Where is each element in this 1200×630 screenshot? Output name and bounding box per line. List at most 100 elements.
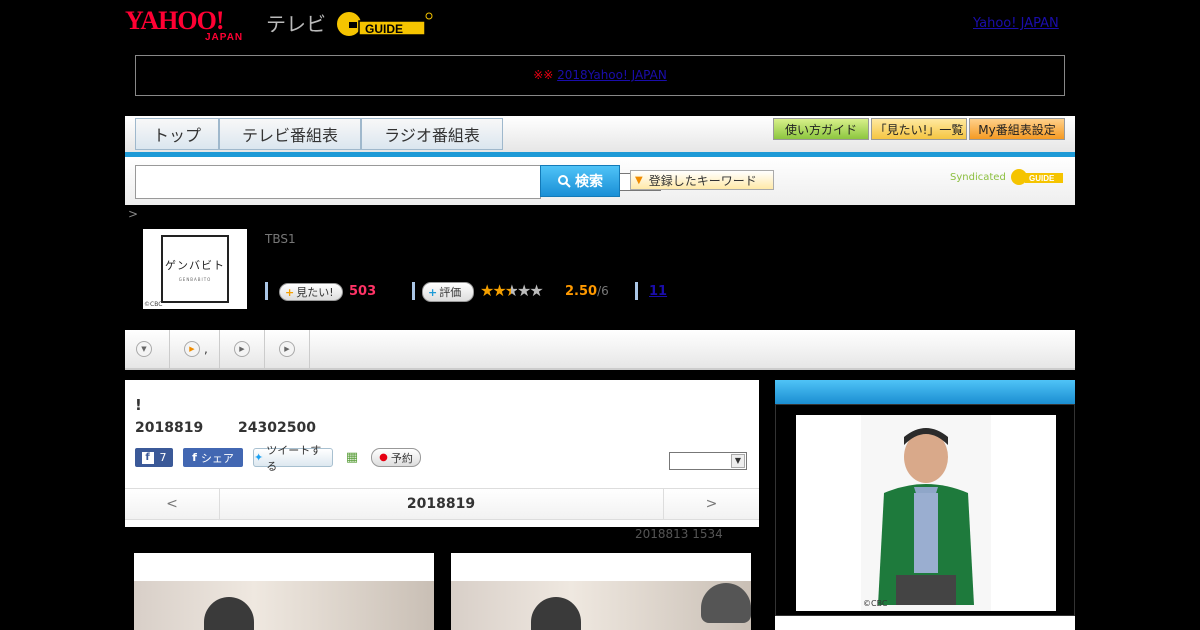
last-updated: 2018813 1534 (635, 527, 723, 541)
rate-button-label: 評価 (439, 286, 462, 299)
svg-text:GUIDE: GUIDE (1029, 174, 1055, 183)
star-empty-icon: ★★ (517, 281, 544, 300)
reserve-label: 予約 (390, 451, 413, 465)
want-button[interactable]: + 見たい! (279, 283, 343, 301)
program-title: ! (135, 396, 142, 414)
plus-icon: + (285, 285, 295, 299)
review-count-link[interactable]: 11 (649, 284, 667, 299)
gguide-logo[interactable]: GUIDE (335, 8, 435, 40)
notice-link[interactable]: 2018Yahoo! JAPAN (557, 68, 667, 82)
star-half-icon: ★ (504, 281, 519, 300)
stat-divider (412, 282, 415, 300)
stat-divider (265, 282, 268, 300)
facebook-like-count: 7 (159, 451, 167, 464)
thumbnail-title: ゲンバビト (165, 258, 225, 272)
search-button-label: 検索 (575, 174, 603, 190)
registered-keyword-button[interactable]: ▼ 登録したキーワード (630, 170, 774, 190)
tab-tv-guide[interactable]: テレビ番組表 (219, 118, 361, 150)
twitter-bird-icon: ✦ (254, 451, 264, 464)
play-icon: ▶ (234, 341, 250, 357)
thumbnail-copyright: ©CBC (144, 301, 163, 308)
program-photo-1[interactable] (134, 553, 434, 630)
thumbnail-frame: ゲンバビト GENBABITO (161, 235, 229, 303)
channel-name: TBS1 (265, 232, 296, 246)
my-guide-settings-button[interactable]: My番組表設定 (969, 118, 1065, 140)
search-bar: ▼ 検索 ▼ 登録したキーワード Syndicated GUIDE (125, 157, 1075, 205)
rate-button[interactable]: + 評価 (422, 282, 474, 302)
reserve-button[interactable]: ● 予約 (371, 448, 421, 467)
subtab-1[interactable]: ▶ , (170, 330, 220, 368)
breadcrumb: > (128, 207, 139, 221)
day-navigation: < 2018819 > (125, 488, 759, 520)
svg-text:GUIDE: GUIDE (365, 22, 403, 36)
star-filled-icon: ★★ (480, 281, 507, 300)
facebook-icon: f (141, 451, 154, 464)
side-panel-header (775, 380, 1075, 404)
subtab-menu[interactable]: ▼ (125, 330, 170, 368)
play-icon: ▶ (279, 341, 295, 357)
calendar-add-icon: ▦ (345, 450, 359, 465)
tweet-button[interactable]: ✦ ツイートする (253, 444, 333, 473)
stat-divider (635, 282, 638, 300)
subtab-1-label: , (204, 342, 208, 356)
tweet-label: ツイートする (266, 443, 322, 473)
facebook-icon: f (192, 451, 197, 464)
side-panel-footer (775, 616, 1075, 630)
main-nav: トップ テレビ番組表 ラジオ番組表 使い方ガイド 「見たい!」一覧 My番組表設… (125, 116, 1075, 157)
next-day-button[interactable]: > (663, 489, 759, 519)
yahoo-japan-logo[interactable]: YAHOO! JAPAN (125, 6, 265, 43)
program-thumbnail[interactable]: ゲンバビト GENBABITO ©CBC (143, 229, 247, 309)
calendar-add-button[interactable]: ▦ (343, 448, 361, 467)
side-panel-body: ©CBC (775, 404, 1075, 616)
search-button[interactable]: 検索 (540, 165, 620, 197)
recorder-select[interactable]: ▼ (669, 452, 747, 470)
want-count: 503 (349, 284, 377, 299)
host-figure (861, 415, 991, 611)
record-dot-icon: ● (379, 452, 388, 463)
gguide-logo-icon: GUIDE (335, 10, 433, 38)
subtab-3[interactable]: ▶ (265, 330, 310, 368)
registered-keyword-label: 登録したキーワード (648, 173, 757, 188)
notice-line: ※※ 2018Yahoo! JAPAN (136, 68, 1064, 82)
rating-value: 2.50/6 (565, 284, 609, 299)
chevron-down-icon: ▼ (136, 341, 152, 357)
plus-icon: + (428, 285, 438, 299)
notice-marks: ※※ (533, 68, 554, 82)
side-panel: ©CBC (775, 380, 1075, 630)
gguide-small-icon: GUIDE (1011, 169, 1063, 185)
sub-tabs: ▼ ▶ , ▶ ▶ (125, 330, 1075, 370)
broadcast-time: 24302500 (238, 420, 316, 436)
syndicated-gguide-logo: Syndicated GUIDE (950, 167, 1065, 187)
host-photo-copyright: ©CBC (863, 599, 888, 608)
facebook-share-button[interactable]: f シェア (183, 448, 243, 467)
thumbnail-subtitle: GENBABITO (178, 276, 212, 282)
rating-stars: ★★★★★ (480, 281, 544, 300)
dropdown-arrow-icon: ▼ (635, 174, 643, 186)
want-button-label: 見たい! (296, 286, 334, 299)
yahoo-japan-link[interactable]: Yahoo! JAPAN (973, 16, 1059, 31)
notice-box: ※※ 2018Yahoo! JAPAN (135, 55, 1065, 96)
syndicated-label: Syndicated (950, 172, 1006, 183)
japan-logo-text: JAPAN (205, 32, 244, 43)
tab-radio-guide[interactable]: ラジオ番組表 (361, 118, 503, 150)
previous-day-button[interactable]: < (125, 489, 220, 519)
search-icon (558, 175, 571, 188)
photo-background (134, 581, 434, 630)
share-label: シェア (200, 451, 234, 465)
play-icon: ▶ (184, 341, 200, 357)
tab-top[interactable]: トップ (135, 118, 219, 150)
rating-score: 2.50 (565, 284, 598, 299)
broadcast-date: 2018819 (135, 420, 204, 436)
program-photo-2[interactable] (451, 553, 751, 630)
usage-guide-button[interactable]: 使い方ガイド (773, 118, 869, 140)
rating-denominator: /6 (597, 284, 609, 298)
subtab-2[interactable]: ▶ (220, 330, 265, 368)
program-detail-panel: ! 2018819 24302500 f 7 f シェア ✦ ツイートする ▦ … (125, 380, 759, 527)
want-list-button[interactable]: 「見たい!」一覧 (871, 118, 967, 140)
facebook-like-button[interactable]: f 7 (135, 448, 173, 467)
host-photo[interactable]: ©CBC (796, 415, 1056, 611)
search-input[interactable] (135, 165, 541, 199)
tv-label: テレビ (266, 12, 326, 36)
chevron-down-icon: ▼ (731, 454, 745, 468)
current-day: 2018819 (406, 496, 476, 512)
